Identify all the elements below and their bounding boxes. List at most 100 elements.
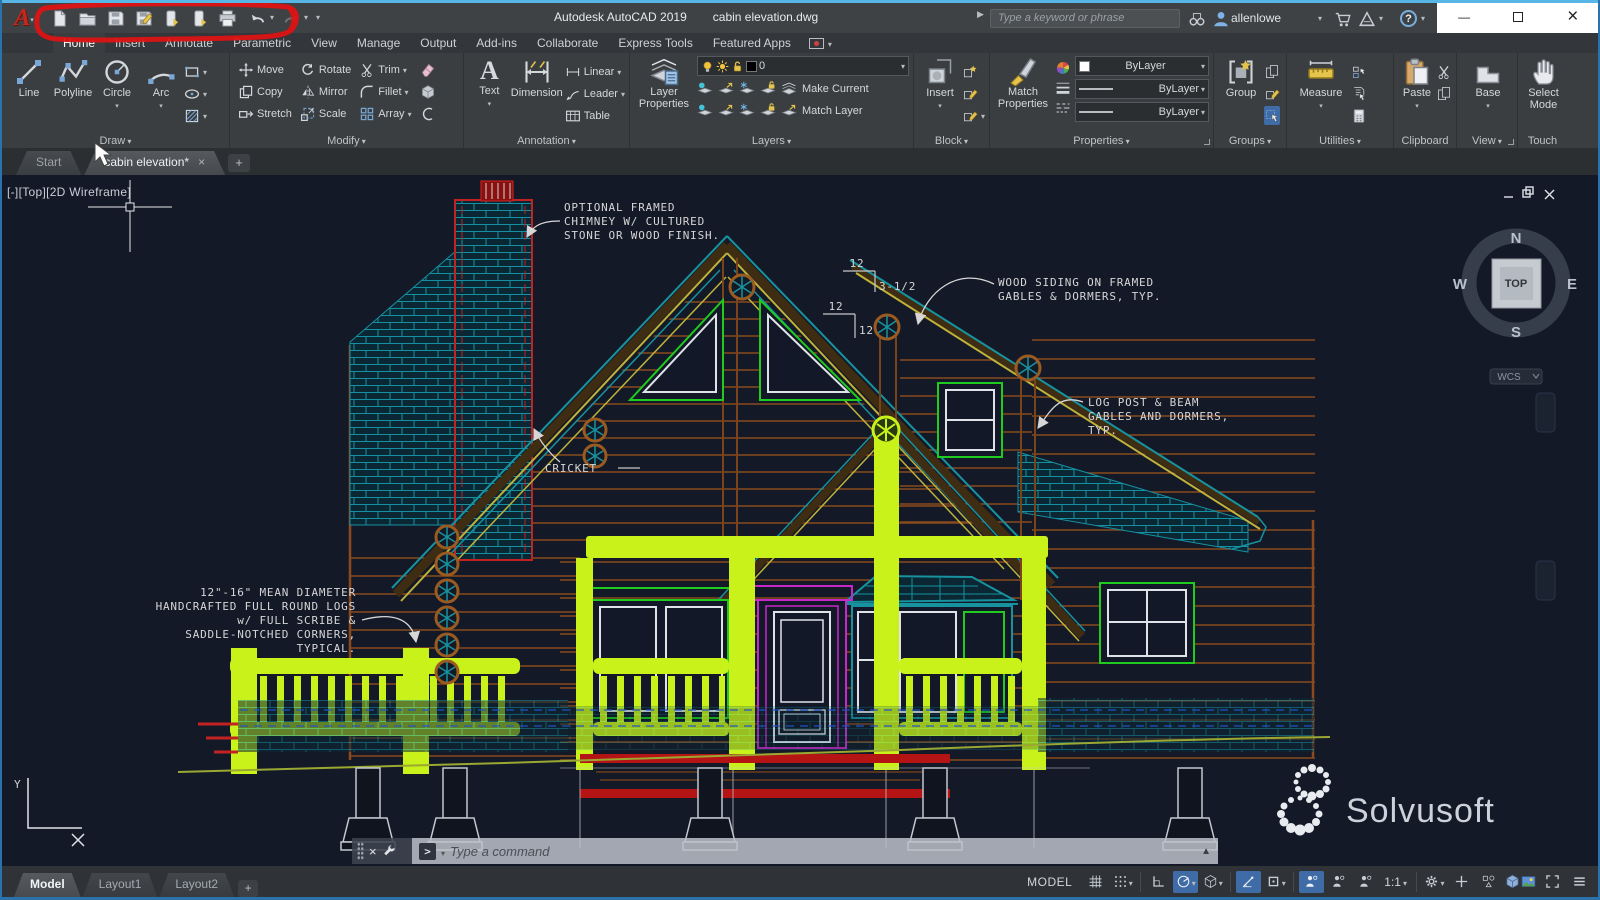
isolate-objects-button[interactable] (1476, 871, 1501, 893)
minimize-button[interactable] (1437, 0, 1491, 33)
group-edit-button[interactable] (1264, 84, 1280, 103)
ungroup-button[interactable] (1264, 62, 1280, 81)
grid-toggle[interactable] (1083, 871, 1108, 893)
panel-title-annotation[interactable]: Annotation (464, 135, 629, 147)
base-button[interactable]: Base (1467, 57, 1509, 113)
save-as-button[interactable] (130, 6, 156, 30)
linetype-icon[interactable] (1055, 100, 1071, 116)
quick-calculator-button[interactable] (1351, 106, 1367, 125)
model-space-indicator[interactable]: MODEL (1018, 875, 1081, 889)
tab-view[interactable]: View (301, 33, 347, 53)
user-dropdown[interactable] (1318, 14, 1322, 23)
customize-wrench-icon[interactable] (382, 844, 397, 859)
lineweight-select[interactable]: ByLayer (1075, 79, 1209, 99)
drawing-area[interactable]: OPTIONAL FRAMED CHIMNEY W/ CULTURED STON… (0, 175, 1600, 866)
tab-add-ins[interactable]: Add-ins (466, 33, 527, 53)
group-button[interactable]: Group (1220, 57, 1262, 125)
new-layout-button[interactable] (238, 880, 258, 897)
arc-button[interactable]: Arc (140, 57, 182, 125)
line-button[interactable]: Line (8, 57, 50, 125)
layer-on-icon[interactable] (697, 103, 713, 119)
leader-button[interactable]: Leader (565, 84, 625, 103)
clean-screen-button[interactable] (1540, 871, 1565, 893)
array-button[interactable]: Array (359, 104, 411, 123)
tab-manage[interactable]: Manage (347, 33, 410, 53)
object-snap-tracking-toggle[interactable] (1236, 871, 1261, 893)
define-attributes-button[interactable] (962, 106, 985, 125)
panel-title-modify[interactable]: Modify (230, 135, 463, 147)
insert-block-button[interactable]: Insert (920, 57, 960, 125)
fillet-button[interactable]: Fillet (359, 82, 411, 101)
lineweight-icon[interactable] (1055, 80, 1071, 96)
user-icon[interactable] (1210, 8, 1232, 30)
linetype-select[interactable]: ByLayer (1075, 102, 1209, 122)
linear-button[interactable]: Linear (565, 62, 625, 81)
layer-properties-button[interactable]: Layer Properties (636, 56, 692, 120)
tab-parametric[interactable]: Parametric (223, 33, 301, 53)
a360-icon[interactable] (1356, 8, 1378, 30)
stretch-button[interactable]: Stretch (238, 104, 292, 123)
panel-title-block[interactable]: Block (914, 135, 989, 147)
circle-button[interactable]: Circle (96, 57, 138, 125)
signed-in-user[interactable]: allenlowe (1231, 11, 1281, 25)
a360-dropdown[interactable] (1379, 14, 1383, 23)
command-line-grip[interactable] (357, 842, 364, 860)
navigation-bar-segment[interactable] (1536, 561, 1555, 600)
panel-title-layers[interactable]: Layers (630, 135, 913, 147)
tab-express-tools[interactable]: Express Tools (608, 33, 702, 53)
undo-button[interactable] (244, 6, 270, 30)
copy-button[interactable]: Copy (238, 82, 292, 101)
hatch-button[interactable] (184, 106, 207, 125)
save-button[interactable] (102, 6, 128, 30)
undo-dropdown[interactable] (270, 13, 274, 22)
help-icon[interactable]: ? (1400, 10, 1417, 27)
quick-select-button[interactable] (1351, 84, 1367, 103)
new-drawing-tab-button[interactable] (228, 154, 250, 172)
open-file-button[interactable] (74, 6, 100, 30)
layout1-tab[interactable]: Layout1 (83, 873, 158, 897)
navigation-bar-segment[interactable] (1536, 393, 1555, 432)
wcs-badge[interactable]: WCS (1490, 369, 1542, 384)
join-button[interactable] (420, 104, 436, 123)
layer-isolate-icon[interactable] (718, 81, 734, 97)
save-to-mobile-button[interactable] (186, 6, 212, 30)
isometric-drafting-toggle[interactable] (1200, 871, 1225, 893)
document-tab[interactable]: cabin elevation* (84, 151, 225, 175)
text-button[interactable]: AText (470, 57, 509, 125)
layer-unlock-icon[interactable] (760, 103, 776, 119)
layer-select[interactable]: 0 (697, 56, 909, 76)
cut-button[interactable] (1436, 62, 1452, 81)
command-history-expand-icon[interactable] (1201, 846, 1211, 857)
tab-insert[interactable]: Insert (105, 33, 155, 53)
layer-lock-icon[interactable] (760, 81, 776, 97)
measure-button[interactable]: Measure (1293, 57, 1349, 125)
maximize-button[interactable] (1491, 0, 1545, 33)
help-dropdown[interactable] (1421, 14, 1425, 23)
close-tab-icon[interactable] (198, 155, 205, 169)
close-button[interactable] (1546, 0, 1600, 33)
select-mode-button[interactable]: Select Mode (1524, 57, 1563, 111)
tab-output[interactable]: Output (410, 33, 466, 53)
erase-button[interactable] (420, 60, 436, 79)
panel-title-properties[interactable]: Properties (990, 135, 1213, 147)
annotation-monitor-button[interactable] (1449, 871, 1474, 893)
ortho-toggle[interactable] (1146, 871, 1171, 893)
qat-customize-dropdown[interactable] (316, 13, 320, 22)
layer-thaw-icon[interactable] (739, 103, 755, 119)
search-icon[interactable] (1186, 8, 1208, 30)
group-selection-toggle[interactable] (1264, 106, 1280, 125)
viewport-controls-label[interactable]: [-][Top][2D Wireframe] (7, 185, 131, 199)
panel-title-utilities[interactable]: Utilities (1287, 135, 1393, 147)
annotation-autoscale-toggle[interactable] (1326, 871, 1351, 893)
select-similar-button[interactable] (1351, 62, 1367, 81)
tab-home[interactable]: Home (53, 33, 105, 53)
model-tab[interactable]: Model (14, 873, 81, 897)
create-block-button[interactable] (962, 62, 985, 81)
panel-title-draw[interactable]: Draw (2, 135, 229, 147)
app-store-cart-icon[interactable] (1332, 8, 1354, 30)
plot-button[interactable] (214, 6, 240, 30)
object-color-select[interactable]: ByLayer (1075, 56, 1209, 76)
view-cube[interactable]: N W E S TOP (1453, 230, 1577, 341)
move-button[interactable]: Move (238, 60, 292, 79)
graphics-performance-button[interactable] (1503, 871, 1538, 893)
